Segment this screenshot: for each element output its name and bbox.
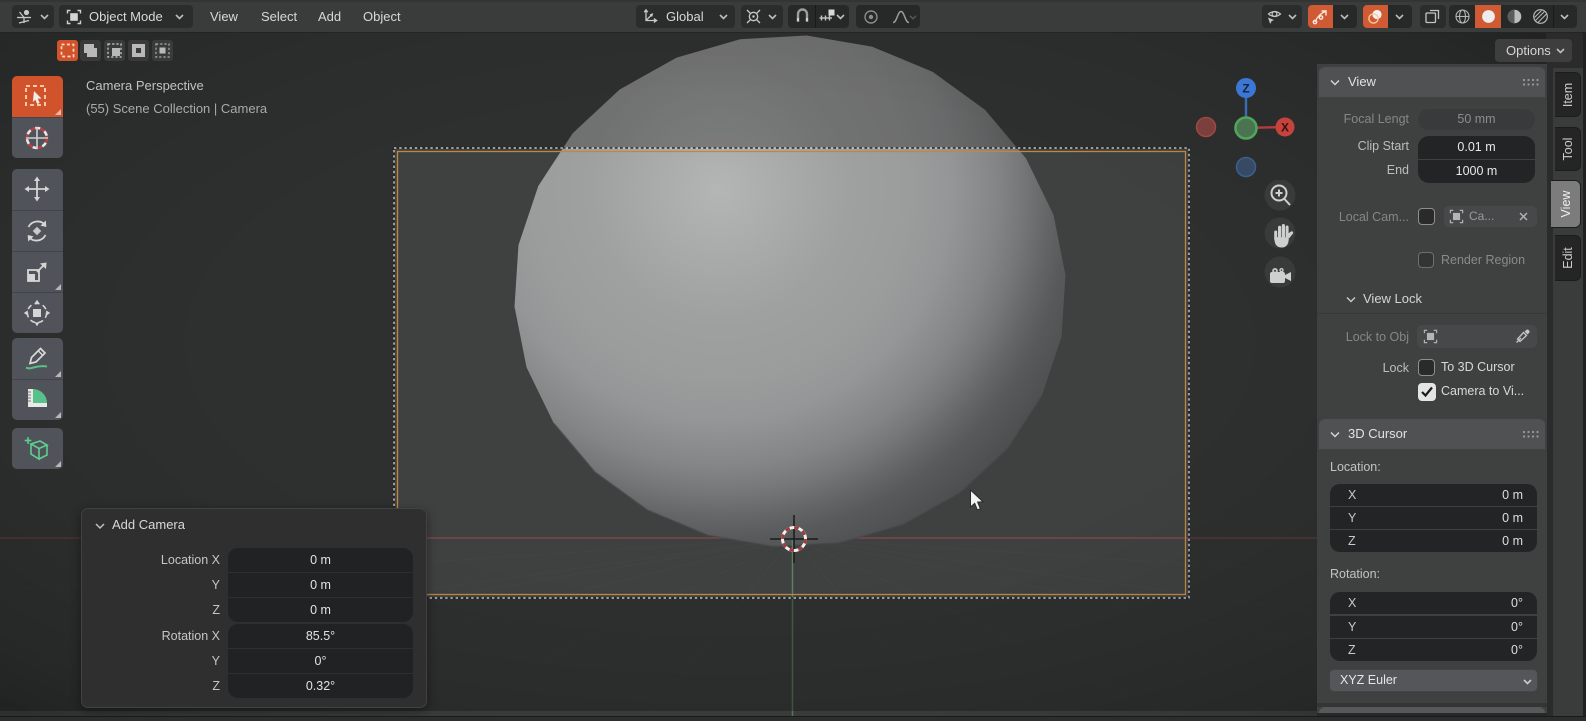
svg-text:Z: Z — [1242, 82, 1249, 96]
svg-text:X: X — [1281, 121, 1289, 135]
